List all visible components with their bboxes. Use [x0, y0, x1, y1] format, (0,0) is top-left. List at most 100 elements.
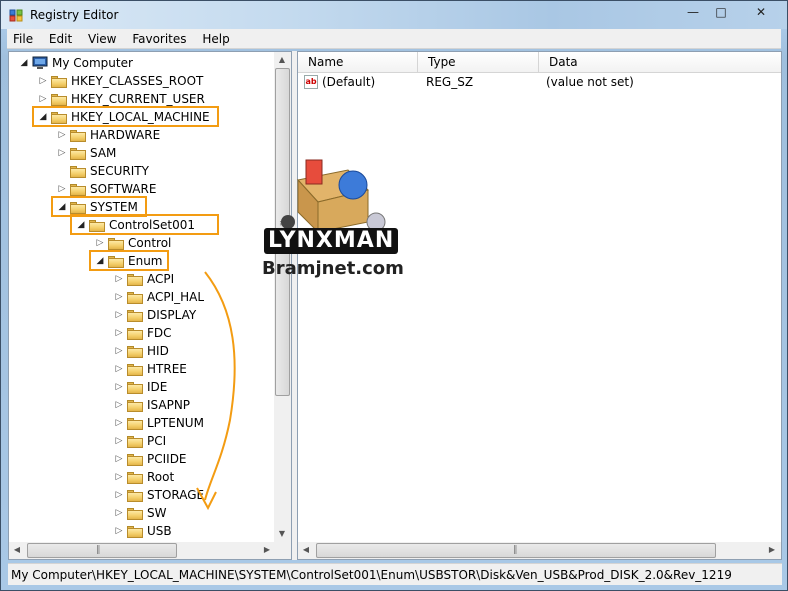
highlight-box — [89, 250, 169, 271]
folder-icon — [70, 130, 86, 142]
tree-item-label: IDE — [147, 380, 168, 394]
key-tree-pane[interactable]: ▲ ≡ ▼ ◀ ‖ ▶ ◢ My Computer ▷ HKEY_CLASSES_RO… — [8, 51, 292, 560]
expand-arrow-icon[interactable]: ▷ — [114, 360, 124, 378]
folder-icon — [108, 238, 124, 250]
expand-arrow-icon[interactable]: ▷ — [114, 486, 124, 504]
title-bar[interactable]: Registry Editor — □ ✕ — [1, 1, 787, 29]
expand-arrow-icon[interactable]: ▷ — [114, 504, 124, 522]
tree-item[interactable]: ▷ DISPLAY — [9, 306, 271, 324]
folder-icon — [51, 94, 67, 106]
folder-icon — [127, 454, 143, 466]
tree-item[interactable]: ▷ LPTENUM — [9, 414, 271, 432]
tree-item[interactable]: ▷ ACPI_HAL — [9, 288, 271, 306]
folder-icon — [127, 526, 143, 538]
list-horizontal-scroll-thumb[interactable]: ‖ — [316, 543, 716, 558]
tree-vertical-scrollbar[interactable]: ▲ ≡ ▼ — [274, 52, 291, 543]
window-title: Registry Editor — [30, 8, 119, 22]
tree-item[interactable]: ▷ ISAPNP — [9, 396, 271, 414]
folder-icon — [127, 490, 143, 502]
tree-item[interactable]: ▷ HKEY_CLASSES_ROOT — [9, 72, 271, 90]
tree-item-label: HTREE — [147, 362, 187, 376]
list-item[interactable]: ab (Default) REG_SZ (value not set) — [298, 73, 781, 91]
tree-item[interactable]: ▷ PCI — [9, 432, 271, 450]
column-header-data[interactable]: Data — [539, 52, 781, 73]
column-header-type[interactable]: Type — [418, 52, 539, 73]
expand-arrow-icon[interactable]: ▷ — [57, 144, 67, 162]
tree-item[interactable]: ▷ PCIIDE — [9, 450, 271, 468]
expand-arrow-icon[interactable]: ▷ — [114, 432, 124, 450]
tree-item-label: FDC — [147, 326, 172, 340]
menu-file[interactable]: File — [7, 29, 39, 49]
folder-icon — [127, 472, 143, 484]
expand-arrow-icon[interactable]: ▷ — [114, 468, 124, 486]
tree-item[interactable]: ▷ Root — [9, 468, 271, 486]
highlight-box — [70, 214, 219, 235]
tree-item-label: PCIIDE — [147, 452, 187, 466]
expand-arrow-icon[interactable]: ▷ — [114, 288, 124, 306]
tree-item-label: ACPI — [147, 272, 175, 286]
tree-item[interactable]: ▷ STORAGE — [9, 486, 271, 504]
tree-horizontal-scrollbar[interactable]: ◀ ‖ ▶ — [9, 542, 291, 559]
menu-favorites[interactable]: Favorites — [126, 29, 192, 49]
tree-item[interactable]: ◢ My Computer — [9, 54, 271, 72]
tree-item-label: STORAGE — [147, 488, 205, 502]
folder-icon — [127, 310, 143, 322]
scroll-left-arrow-icon[interactable]: ◀ — [298, 542, 314, 558]
folder-icon — [51, 76, 67, 88]
folder-icon — [127, 346, 143, 358]
status-bar: My Computer\HKEY_LOCAL_MACHINE\SYSTEM\Co… — [8, 563, 782, 585]
scroll-down-arrow-icon[interactable]: ▼ — [274, 526, 290, 542]
menu-edit[interactable]: Edit — [43, 29, 78, 49]
collapse-arrow-icon[interactable]: ◢ — [19, 54, 29, 72]
highlight-box — [32, 106, 219, 127]
expand-arrow-icon[interactable]: ▷ — [114, 342, 124, 360]
tree-item[interactable]: ▷ USB — [9, 522, 271, 540]
tree-item-label: LPTENUM — [147, 416, 204, 430]
tree-item[interactable]: ▷ SAM — [9, 144, 271, 162]
list-horizontal-scrollbar[interactable]: ◀ ‖ ▶ — [298, 542, 781, 559]
expand-arrow-icon[interactable]: ▷ — [114, 306, 124, 324]
expand-arrow-icon[interactable]: ▷ — [114, 324, 124, 342]
scroll-up-arrow-icon[interactable]: ▲ — [274, 52, 290, 68]
tree-item[interactable]: ▷ IDE — [9, 378, 271, 396]
scroll-right-arrow-icon[interactable]: ▶ — [764, 542, 780, 558]
tree-item-label: USB — [147, 524, 172, 538]
maximize-button[interactable]: □ — [709, 4, 733, 20]
folder-icon — [70, 184, 86, 196]
scroll-left-arrow-icon[interactable]: ◀ — [9, 542, 25, 558]
tree-horizontal-scroll-thumb[interactable]: ‖ — [27, 543, 177, 558]
tree-item-label: DISPLAY — [147, 308, 197, 322]
tree-item[interactable]: SECURITY — [9, 162, 271, 180]
minimize-button[interactable]: — — [681, 4, 705, 20]
folder-icon — [127, 382, 143, 394]
registry-editor-icon — [9, 9, 23, 22]
menu-view[interactable]: View — [82, 29, 122, 49]
list-header: Name Type Data — [298, 52, 781, 73]
menu-help[interactable]: Help — [196, 29, 235, 49]
registry-editor-window: Registry Editor — □ ✕ File Edit View Fav… — [0, 0, 788, 591]
grip-icon: ‖ — [96, 545, 101, 555]
tree-item[interactable]: ▷ HTREE — [9, 360, 271, 378]
expand-arrow-icon[interactable]: ▷ — [114, 378, 124, 396]
expand-arrow-icon[interactable]: ▷ — [114, 396, 124, 414]
expand-arrow-icon[interactable]: ▷ — [57, 126, 67, 144]
values-list-pane[interactable]: Name Type Data ab (Default) REG_SZ (valu… — [297, 51, 782, 560]
expand-arrow-icon[interactable]: ▷ — [114, 270, 124, 288]
tree-item[interactable]: ▷ HARDWARE — [9, 126, 271, 144]
menu-bar: File Edit View Favorites Help — [7, 29, 781, 49]
tree-item[interactable]: ▷ HID — [9, 342, 271, 360]
expand-arrow-icon[interactable]: ▷ — [38, 72, 48, 90]
close-button[interactable]: ✕ — [749, 4, 773, 20]
folder-icon — [70, 166, 86, 178]
folder-icon — [127, 436, 143, 448]
folder-icon — [70, 148, 86, 160]
expand-arrow-icon[interactable]: ▷ — [114, 450, 124, 468]
tree-item[interactable]: ▷ ACPI — [9, 270, 271, 288]
expand-arrow-icon[interactable]: ▷ — [114, 414, 124, 432]
tree-item[interactable]: ▷ SW — [9, 504, 271, 522]
expand-arrow-icon[interactable]: ▷ — [114, 522, 124, 540]
tree-item-label: Root — [147, 470, 175, 484]
tree-item[interactable]: ▷ FDC — [9, 324, 271, 342]
column-header-name[interactable]: Name — [298, 52, 418, 73]
scroll-right-arrow-icon[interactable]: ▶ — [259, 542, 275, 558]
